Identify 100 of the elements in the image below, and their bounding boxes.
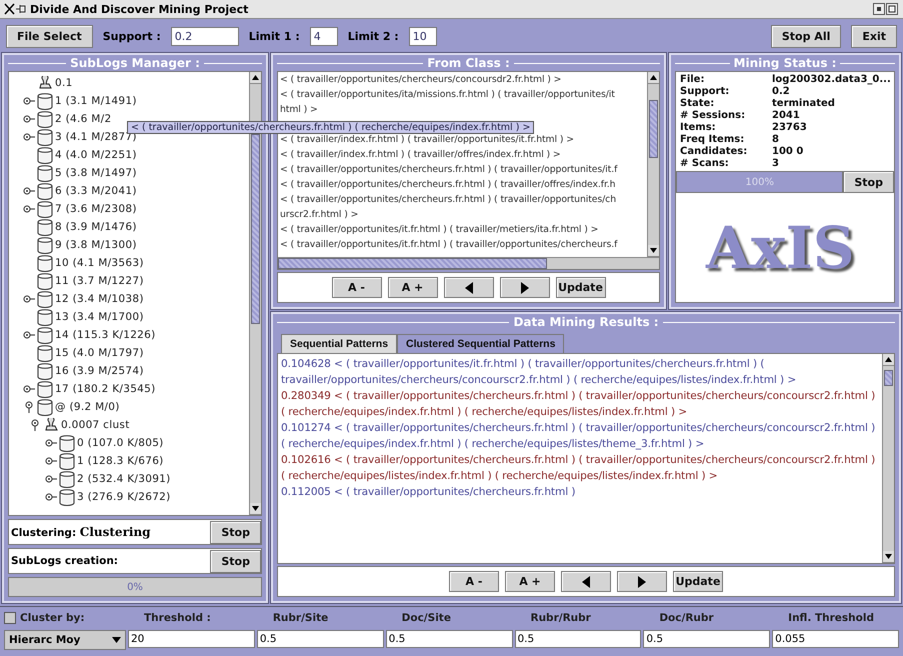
tree-item[interactable]: 2 (532.4 K/3091) — [77, 473, 171, 485]
font-or-update-button[interactable]: A - — [449, 571, 499, 592]
tree-item[interactable]: 11 (3.7 M/1227) — [55, 275, 144, 287]
tree-item[interactable]: 1 (3.1 M/1491) — [55, 95, 137, 107]
value-field[interactable]: 20 — [128, 630, 255, 648]
panel-title: From Class : — [427, 56, 510, 70]
collapsed-handle-icon[interactable] — [45, 455, 57, 467]
tree-item[interactable]: 9 (3.8 M/1300) — [55, 239, 137, 251]
right-triangle-icon — [638, 576, 646, 588]
scroll-thumb[interactable] — [649, 100, 658, 158]
scroll-thumb[interactable] — [884, 370, 893, 386]
stop-button[interactable]: Stop — [843, 171, 894, 193]
method-dropdown[interactable]: Hierarc Moy — [4, 630, 126, 650]
dropdown-arrow-icon[interactable] — [112, 636, 121, 642]
previous-button[interactable] — [561, 571, 611, 592]
column-header: Threshold : — [143, 610, 212, 626]
tree-item[interactable]: 16 (3.9 M/2574) — [55, 365, 144, 377]
status-label: State: — [680, 98, 716, 109]
column-header: Doc/Rubr — [658, 610, 715, 626]
font-or-update-button[interactable]: Update — [556, 277, 606, 298]
tree-item[interactable]: 3 (276.9 K/2672) — [77, 491, 171, 503]
tree-item[interactable]: 0.1 — [55, 77, 73, 89]
sequence-line: < ( travailler/opportunites/chercheurs.fr.html ) ( travailler/opportunites/it.f — [280, 163, 619, 177]
sequence-line: < ( travailler/opportunites/ita/missions.fr.html ) ( travailler/opportunites/it — [280, 88, 616, 102]
tab[interactable]: Sequential Patterns — [281, 334, 398, 353]
toolbar-button[interactable]: Stop All — [770, 24, 842, 48]
collapsed-handle-icon[interactable] — [23, 131, 35, 143]
stop-button[interactable]: Stop — [210, 520, 261, 544]
tree-item[interactable]: 12 (3.4 M/1038) — [55, 293, 144, 305]
font-or-update-button[interactable]: A - — [332, 277, 382, 298]
collapsed-handle-icon[interactable] — [23, 185, 35, 197]
collapsed-handle-icon[interactable] — [45, 437, 57, 449]
tree-item[interactable]: 17 (180.2 K/3545) — [55, 383, 156, 395]
logo: AxIS — [706, 214, 855, 282]
text-field[interactable]: 4 — [310, 26, 338, 46]
column-header: Rubr/Site — [272, 610, 330, 626]
tree-item[interactable]: 13 (3.4 M/1700) — [55, 311, 144, 323]
pattern-text: 0.102616 < ( travailler/opportunites/chercheurs.fr.html ) ( travailler/opportunites/chercheurs/concourscr2.fr.html ) ( recherche/equipes/listes/index.fr.html ) ( recherche/equipes/listes/index.fr.html ) > — [281, 453, 876, 484]
stop-button[interactable]: Stop — [210, 550, 261, 572]
pattern-text: 0.101274 < ( travailler/opportunites/chercheurs.fr.html ) ( travailler/opportunites/chercheurs/concourscr2.fr.html ) ( recherche/equipes/index.fr.html ) ( recherche/equipes/listes/theme_3.fr.html ) > — [281, 421, 876, 452]
collapsed-handle-icon[interactable] — [23, 329, 35, 341]
collapsed-handle-icon[interactable] — [23, 293, 35, 305]
tree-item[interactable]: 7 (3.6 M/2308) — [55, 203, 137, 215]
tree-item[interactable]: 2 (4.6 M/2 — [55, 113, 112, 125]
database-icon — [37, 218, 53, 236]
collapsed-handle-icon[interactable] — [23, 95, 35, 107]
tree-item[interactable]: @ (9.2 M/0) — [55, 401, 120, 413]
collapsed-handle-icon[interactable] — [23, 113, 35, 125]
font-or-update-button[interactable]: Update — [673, 571, 723, 592]
text-field[interactable]: 10 — [408, 26, 437, 46]
tree-item[interactable]: 14 (115.3 K/1226) — [55, 329, 156, 341]
text-field[interactable]: 0.2 — [170, 26, 239, 46]
status-label: File: — [680, 74, 706, 85]
scroll-up-icon[interactable] — [650, 75, 657, 80]
window-menu-icon[interactable] — [4, 3, 26, 15]
tree-item[interactable]: 5 (3.8 M/1497) — [55, 167, 137, 179]
horizontal-scrollbar[interactable] — [278, 257, 659, 269]
tab[interactable]: Clustered Sequential Patterns — [397, 334, 564, 353]
tree-item[interactable]: 4 (4.0 M/2251) — [55, 149, 137, 161]
previous-button[interactable] — [444, 277, 494, 298]
status-value: terminated — [772, 98, 836, 109]
field-label: Limit 2 : — [348, 30, 399, 42]
value-field[interactable]: 0.5 — [514, 630, 642, 648]
file-select-button[interactable]: File Select — [6, 24, 93, 48]
scroll-down-icon[interactable] — [650, 248, 657, 254]
font-or-update-button[interactable]: A + — [505, 571, 555, 592]
tree-item[interactable]: 1 (128.3 K/676) — [77, 455, 164, 467]
font-or-update-button[interactable]: A + — [388, 277, 438, 298]
value-field[interactable]: 0.5 — [386, 630, 512, 648]
scroll-thumb[interactable] — [251, 134, 260, 324]
creation-label: SubLogs creation: — [10, 555, 119, 567]
scrollbar[interactable] — [647, 72, 659, 257]
collapsed-handle-icon[interactable] — [45, 491, 57, 503]
collapsed-handle-icon[interactable] — [23, 203, 35, 215]
column-header: Rubr/Rubr — [530, 610, 592, 626]
value-field[interactable]: 0.5 — [643, 630, 770, 648]
tree-item[interactable]: 8 (3.9 M/1476) — [55, 221, 137, 233]
tree-item[interactable]: 10 (4.1 M/3563) — [55, 257, 144, 269]
checkbox[interactable] — [4, 612, 16, 624]
tree-item[interactable]: 0.0007 clust — [61, 419, 130, 431]
scrollbar[interactable] — [882, 354, 894, 563]
scroll-down-icon[interactable] — [885, 554, 892, 559]
collapsed-handle-icon[interactable] — [23, 383, 35, 395]
value-field[interactable]: 0.055 — [772, 630, 899, 648]
window-controls-icon[interactable] — [873, 3, 899, 15]
tree-item[interactable]: 15 (4.0 M/1797) — [55, 347, 144, 359]
next-button[interactable] — [617, 571, 667, 592]
collapsed-handle-icon[interactable] — [45, 473, 57, 485]
database-icon — [37, 398, 53, 416]
scroll-up-icon[interactable] — [252, 75, 259, 80]
expanded-handle-icon[interactable] — [23, 401, 35, 413]
tree-item[interactable]: 6 (3.3 M/2041) — [55, 185, 137, 197]
tree-item[interactable]: 0 (107.0 K/805) — [77, 437, 164, 449]
scroll-up-icon[interactable] — [885, 357, 892, 362]
value-field[interactable]: 0.5 — [256, 630, 384, 648]
sequence-line: < ( travailler/index.fr.html ) ( travailler/offres/index.fr.html ) > — [280, 148, 562, 162]
toolbar-button[interactable]: Exit — [851, 24, 897, 48]
scroll-down-icon[interactable] — [252, 506, 259, 512]
expanded-handle-icon[interactable] — [29, 419, 41, 431]
next-button[interactable] — [500, 277, 550, 298]
